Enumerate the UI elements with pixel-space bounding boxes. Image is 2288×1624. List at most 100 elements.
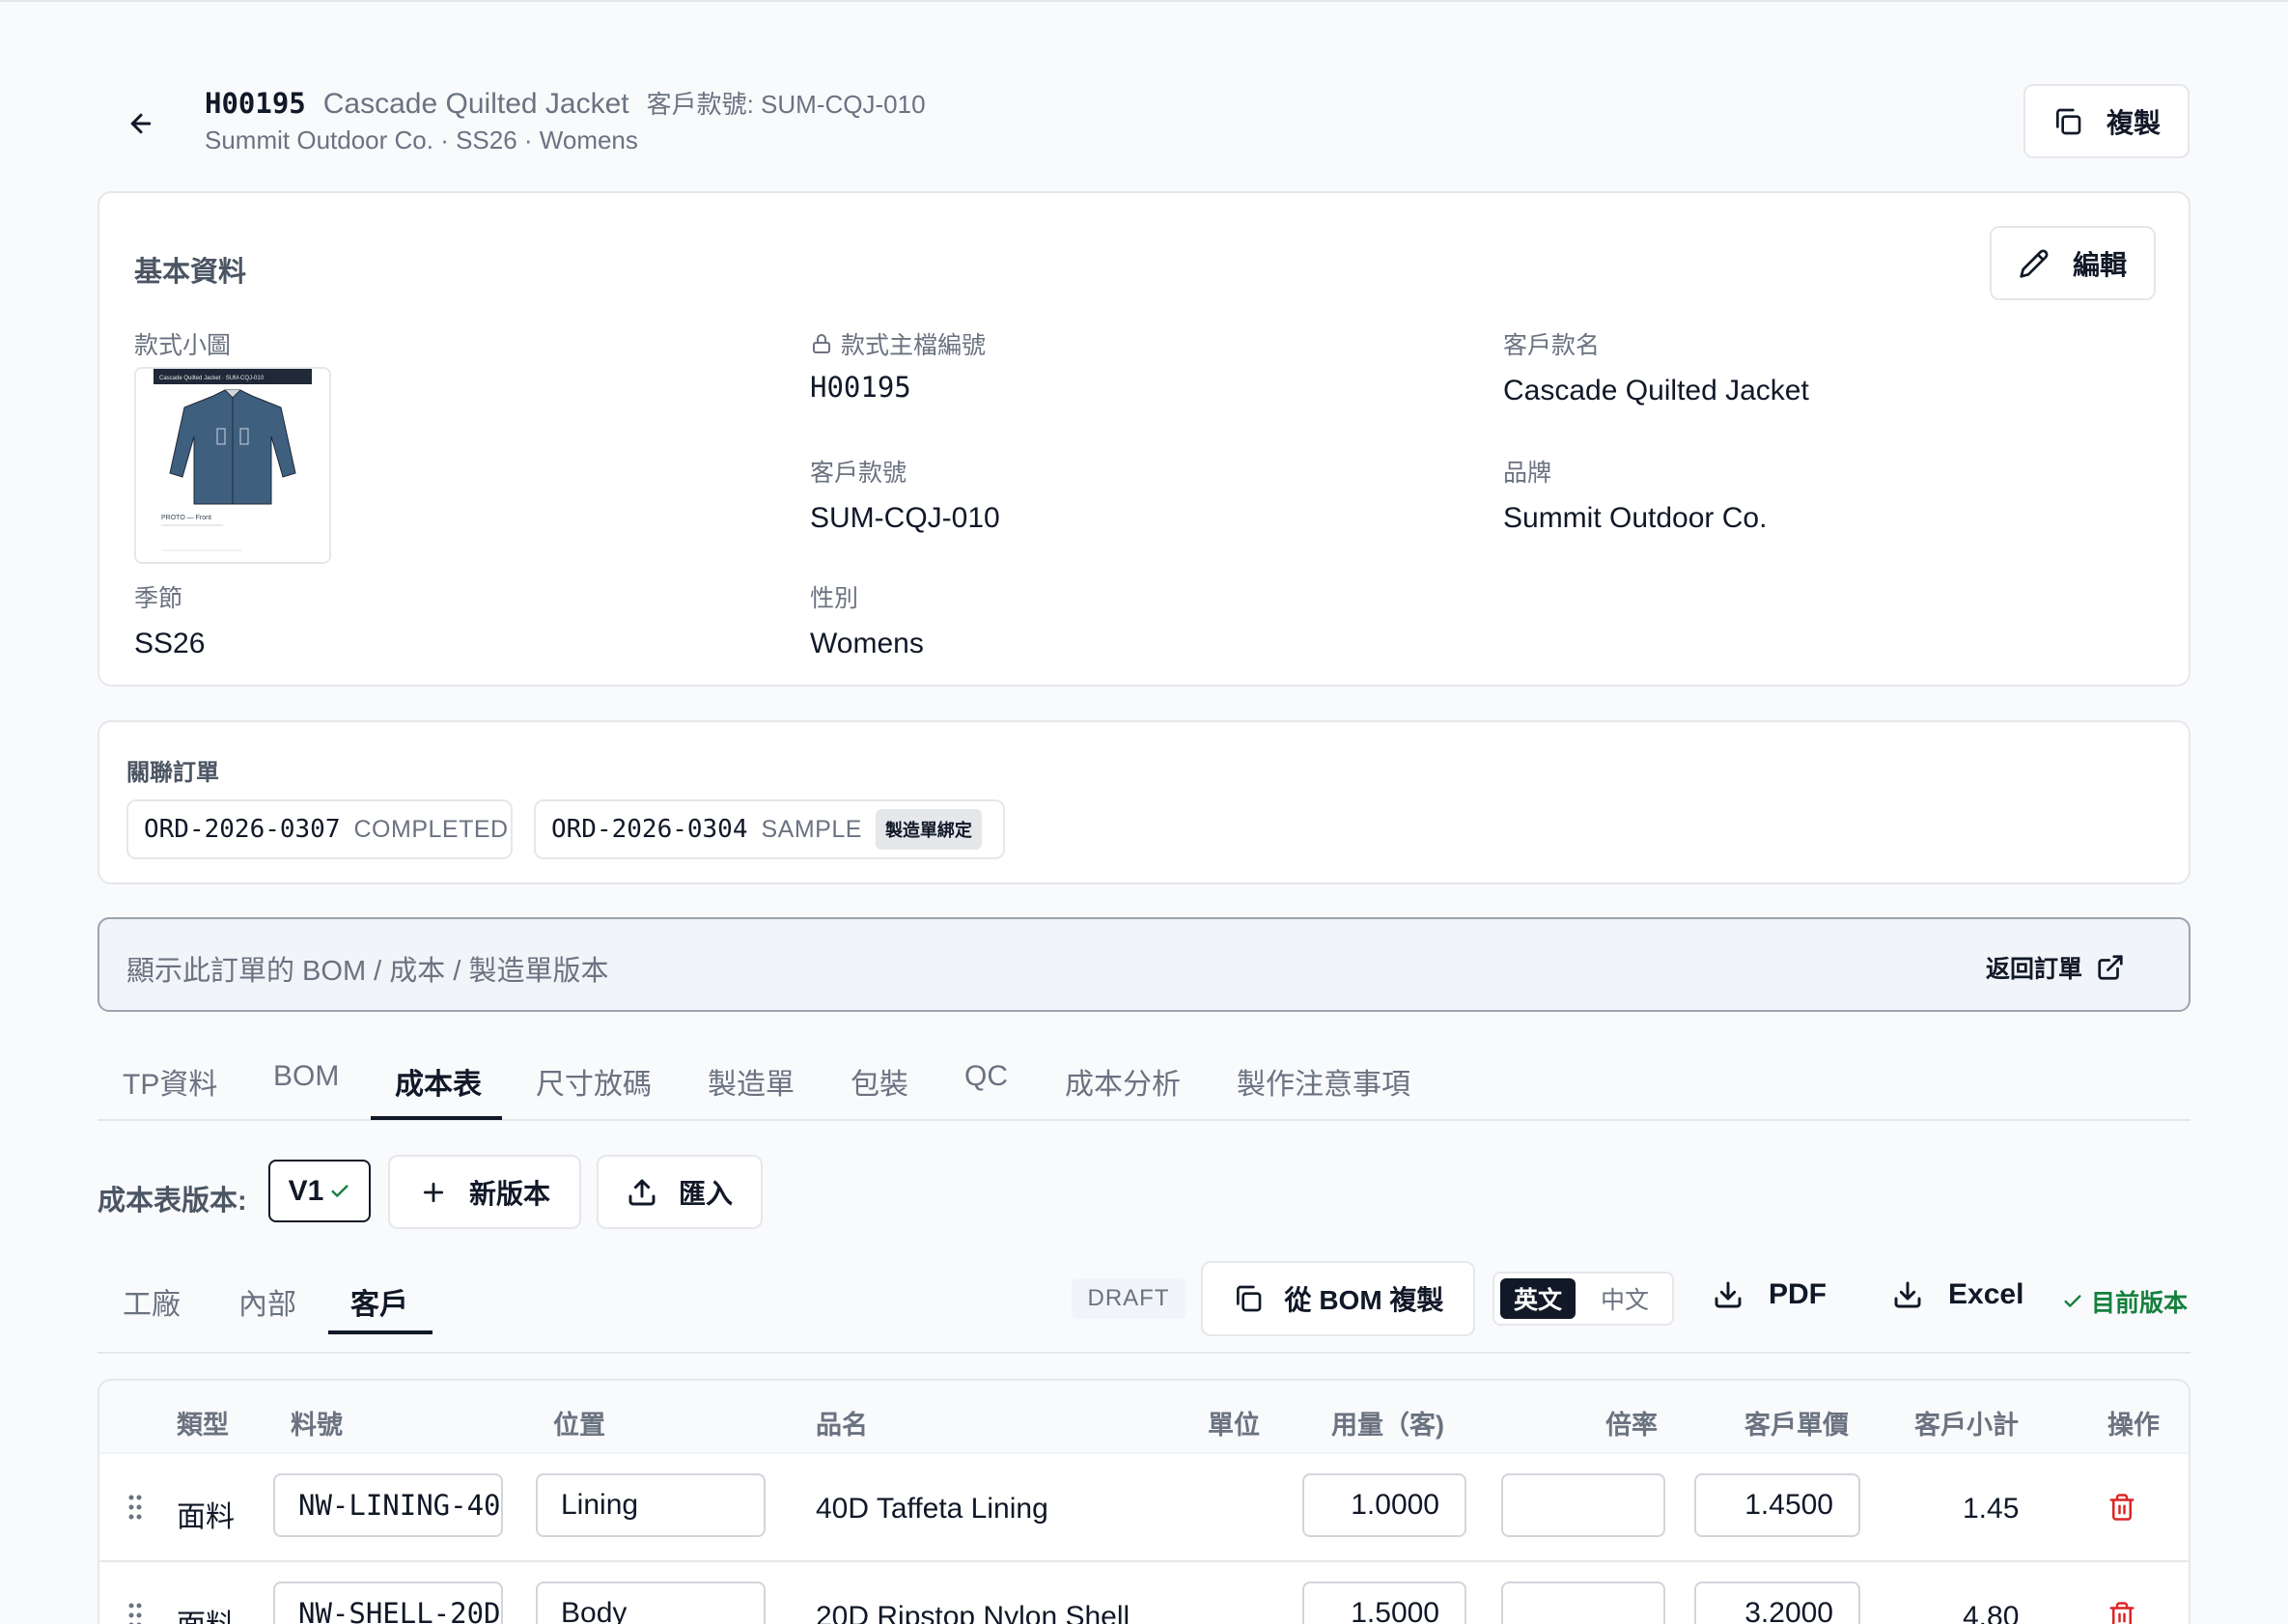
- brand-value: Summit Outdoor Co.: [1503, 502, 1768, 534]
- season-value: SS26: [134, 628, 206, 659]
- rate-input[interactable]: [1501, 1473, 1665, 1537]
- customer-style-no-field: 客戶款號 SUM-CQJ-010: [810, 454, 1000, 535]
- active-tab-indicator: [371, 1116, 502, 1120]
- style-code: H00195: [205, 87, 306, 120]
- related-orders-card: 關聯訂單 ORD-2026-0307 COMPLETED ORD-2026-03…: [98, 720, 2190, 884]
- trash-icon[interactable]: [2107, 1491, 2136, 1524]
- excel-export-button[interactable]: Excel: [1892, 1278, 2023, 1311]
- subtab-factory[interactable]: 工廠: [123, 1280, 181, 1323]
- season-field: 季節 SS26: [134, 579, 205, 660]
- new-version-button[interactable]: 新版本: [388, 1155, 581, 1229]
- part-no-input[interactable]: NW-LINING-40D: [273, 1473, 503, 1537]
- version-chip-label: V1: [288, 1174, 324, 1207]
- copy-style-button[interactable]: 複製: [2023, 84, 2190, 158]
- col-position: 位置: [553, 1411, 605, 1440]
- copy-from-bom-button[interactable]: 從 BOM 複製: [1201, 1261, 1475, 1336]
- banner-text: 顯示此訂單的 BOM / 成本 / 製造單版本: [126, 956, 609, 987]
- customer-style-no: 客戶款號: SUM-CQJ-010: [646, 90, 926, 119]
- master-no-field: 款式主檔編號 H00195: [810, 326, 986, 404]
- qty-input[interactable]: 1.5000: [1302, 1582, 1466, 1624]
- excel-export-label: Excel: [1948, 1278, 2024, 1310]
- qty-input[interactable]: 1.0000: [1302, 1473, 1466, 1537]
- current-version-indicator: 目前版本: [2062, 1284, 2188, 1319]
- brand-label: 品牌: [1503, 460, 1552, 487]
- arrow-left-icon: [130, 113, 152, 134]
- upload-icon: [628, 1179, 656, 1205]
- drag-handle-icon[interactable]: [126, 1493, 144, 1522]
- tab-production-notes[interactable]: 製作注意事項: [1237, 1060, 1410, 1103]
- back-to-order-link[interactable]: 返回訂單: [1986, 950, 2125, 985]
- table-header: 類型 料號 位置 品名 單位 用量（客) 倍率 客戶單價 客戶小計 操作: [99, 1381, 2189, 1454]
- jacket-sketch-image: Cascade Quilted Jacket · SUM-CQJ-010 PRO…: [136, 369, 329, 562]
- pencil-icon: [2020, 249, 2049, 278]
- row-item-name: 20D Ripstop Nylon Shell: [816, 1601, 1130, 1624]
- back-to-order-label: 返回訂單: [1985, 956, 2082, 983]
- new-version-label: 新版本: [468, 1178, 550, 1209]
- lock-icon: [813, 334, 830, 353]
- col-unit: 單位: [1208, 1411, 1260, 1440]
- gender-label: 性別: [810, 585, 859, 612]
- row-subtotal: 4.80: [1963, 1601, 2020, 1624]
- edit-button[interactable]: 編輯: [1990, 226, 2156, 300]
- active-subtab-indicator: [328, 1330, 432, 1334]
- col-part-no: 料號: [291, 1411, 343, 1440]
- order-chip[interactable]: ORD-2026-0307 COMPLETED: [126, 799, 513, 859]
- trash-icon[interactable]: [2107, 1599, 2136, 1624]
- lang-option-en[interactable]: 英文: [1500, 1278, 1576, 1319]
- order-id: ORD-2026-0304: [551, 815, 748, 844]
- thumb-caption-title: Cascade Quilted Jacket · SUM-CQJ-010: [159, 376, 265, 381]
- copy-icon: [2055, 108, 2081, 134]
- language-toggle: 英文 中文: [1493, 1272, 1674, 1326]
- position-input[interactable]: Body: [536, 1582, 766, 1624]
- table-row: 面料 NW-LINING-40D Lining 40D Taffeta Lini…: [99, 1454, 2189, 1562]
- tab-cost-sheet[interactable]: 成本表: [395, 1060, 482, 1103]
- copy-icon: [1236, 1285, 1261, 1312]
- order-chip[interactable]: ORD-2026-0304 SAMPLE 製造單綁定: [534, 799, 1005, 859]
- import-button[interactable]: 匯入: [597, 1155, 763, 1229]
- order-id: ORD-2026-0307: [144, 815, 341, 844]
- unit-price-input[interactable]: 3.2000: [1694, 1582, 1860, 1624]
- download-icon: [1715, 1281, 1742, 1308]
- master-no-label: 款式主檔編號: [841, 332, 987, 359]
- gender-field: 性別 Womens: [810, 579, 924, 660]
- col-item-name: 品名: [816, 1411, 868, 1440]
- tab-qc[interactable]: QC: [964, 1060, 1008, 1093]
- tab-cost-analysis[interactable]: 成本分析: [1065, 1060, 1181, 1103]
- check-icon: [2064, 1295, 2081, 1307]
- back-button[interactable]: [120, 102, 162, 145]
- thumb-caption-sub: PROTO — Front: [161, 515, 211, 521]
- tab-production-order[interactable]: 製造單: [708, 1060, 795, 1103]
- part-no-input[interactable]: NW-SHELL-20D: [273, 1582, 503, 1624]
- row-type: 面料: [177, 1501, 235, 1533]
- customer-style-name-label: 客戶款名: [1503, 332, 1601, 359]
- version-chip-v1[interactable]: V1: [268, 1160, 371, 1222]
- master-no-value: H00195: [810, 371, 911, 404]
- basic-info-card: 基本資料 編輯 款式小圖 Cascade Quilted Jacket · SU…: [98, 191, 2190, 686]
- gender-value: Womens: [810, 628, 924, 659]
- drag-handle-icon[interactable]: [126, 1601, 144, 1624]
- edit-label: 編輯: [2072, 249, 2127, 280]
- current-version-label: 目前版本: [2091, 1290, 2189, 1317]
- tab-tp[interactable]: TP資料: [123, 1060, 217, 1103]
- style-thumbnail[interactable]: Cascade Quilted Jacket · SUM-CQJ-010 PRO…: [134, 367, 331, 564]
- cost-version-label: 成本表版本:: [98, 1186, 247, 1217]
- tab-bom[interactable]: BOM: [273, 1060, 339, 1093]
- rate-input[interactable]: [1501, 1582, 1665, 1624]
- row-subtotal: 1.45: [1963, 1493, 2020, 1525]
- customer-style-name-field: 客戶款名 Cascade Quilted Jacket: [1503, 326, 1809, 407]
- row-type: 面料: [177, 1601, 235, 1624]
- customer-style-no-label: 客戶款號: [810, 460, 907, 487]
- subtab-customer[interactable]: 客戶: [350, 1280, 408, 1323]
- position-input[interactable]: Lining: [536, 1473, 766, 1537]
- unit-price-input[interactable]: 1.4500: [1694, 1473, 1860, 1537]
- import-label: 匯入: [678, 1178, 733, 1209]
- page-subtitle: Summit Outdoor Co. · SS26 · Womens: [205, 126, 638, 154]
- tab-grading[interactable]: 尺寸放碼: [536, 1060, 652, 1103]
- tab-packing[interactable]: 包裝: [851, 1060, 908, 1103]
- pdf-export-button[interactable]: PDF: [1713, 1278, 1827, 1311]
- status-badge: DRAFT: [1072, 1278, 1186, 1319]
- subtab-internal[interactable]: 內部: [238, 1280, 296, 1323]
- pdf-export-label: PDF: [1769, 1278, 1827, 1310]
- lang-option-zh[interactable]: 中文: [1587, 1278, 1662, 1319]
- copy-style-label: 複製: [2106, 107, 2161, 138]
